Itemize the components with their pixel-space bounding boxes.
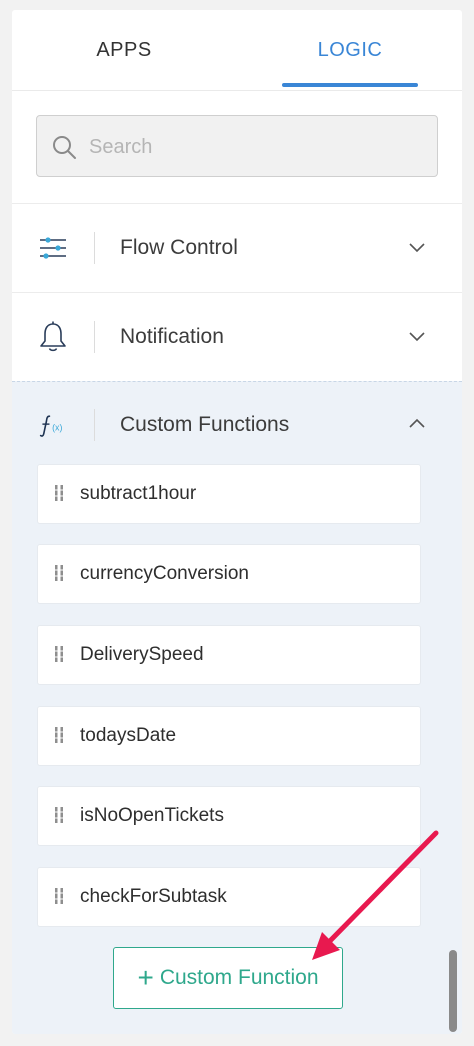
function-item[interactable]: isNoOpenTickets bbox=[38, 787, 420, 845]
chevron-down-icon[interactable] bbox=[408, 327, 426, 345]
section-divider bbox=[94, 321, 95, 353]
chevron-down-icon[interactable] bbox=[408, 238, 426, 256]
tab-bar: APPS LOGIC bbox=[12, 10, 462, 91]
add-custom-function-button[interactable]: + Custom Function bbox=[113, 947, 343, 1009]
drag-handle-icon[interactable] bbox=[54, 645, 64, 663]
bell-icon bbox=[40, 321, 66, 352]
search-box[interactable] bbox=[36, 115, 438, 178]
function-label: isNoOpenTickets bbox=[80, 805, 224, 826]
add-button-label: Custom Function bbox=[159, 966, 319, 989]
section-flow-control[interactable]: Flow Control bbox=[12, 203, 462, 292]
function-label: subtract1hour bbox=[80, 483, 197, 504]
drag-handle-icon[interactable] bbox=[54, 564, 64, 582]
function-label: checkForSubtask bbox=[80, 886, 227, 907]
scrollbar-thumb[interactable] bbox=[449, 950, 457, 1032]
tab-logic[interactable]: LOGIC bbox=[260, 10, 440, 90]
section-divider bbox=[94, 409, 95, 441]
svg-text:(x): (x) bbox=[52, 422, 62, 432]
function-label: DeliverySpeed bbox=[80, 644, 204, 665]
plus-icon: + bbox=[137, 962, 154, 993]
drag-handle-icon[interactable] bbox=[54, 887, 64, 905]
section-notification[interactable]: Notification bbox=[12, 292, 462, 381]
function-item[interactable]: DeliverySpeed bbox=[38, 626, 420, 684]
section-label: Notification bbox=[120, 325, 224, 348]
section-divider bbox=[94, 232, 95, 264]
function-label: currencyConversion bbox=[80, 563, 249, 584]
drag-handle-icon[interactable] bbox=[54, 484, 64, 502]
active-tab-indicator bbox=[282, 83, 418, 87]
function-item[interactable]: currencyConversion bbox=[38, 545, 420, 603]
function-label: todaysDate bbox=[80, 725, 177, 746]
logic-panel: APPS LOGIC Flow Control bbox=[12, 10, 462, 1034]
function-item[interactable]: checkForSubtask bbox=[38, 868, 420, 926]
sliders-icon bbox=[40, 237, 66, 259]
search-input[interactable] bbox=[87, 116, 431, 178]
drag-handle-icon[interactable] bbox=[54, 806, 64, 824]
function-item[interactable]: todaysDate bbox=[38, 707, 420, 765]
drag-handle-icon[interactable] bbox=[54, 726, 64, 744]
tab-apps[interactable]: APPS bbox=[34, 10, 214, 90]
chevron-up-icon[interactable] bbox=[408, 415, 426, 433]
section-custom-functions[interactable]: (x) Custom Functions bbox=[12, 381, 462, 469]
search-icon bbox=[53, 136, 76, 159]
function-item[interactable]: subtract1hour bbox=[38, 465, 420, 523]
function-icon: (x) bbox=[39, 415, 62, 437]
section-label: Flow Control bbox=[120, 236, 238, 259]
section-label: Custom Functions bbox=[120, 413, 290, 436]
